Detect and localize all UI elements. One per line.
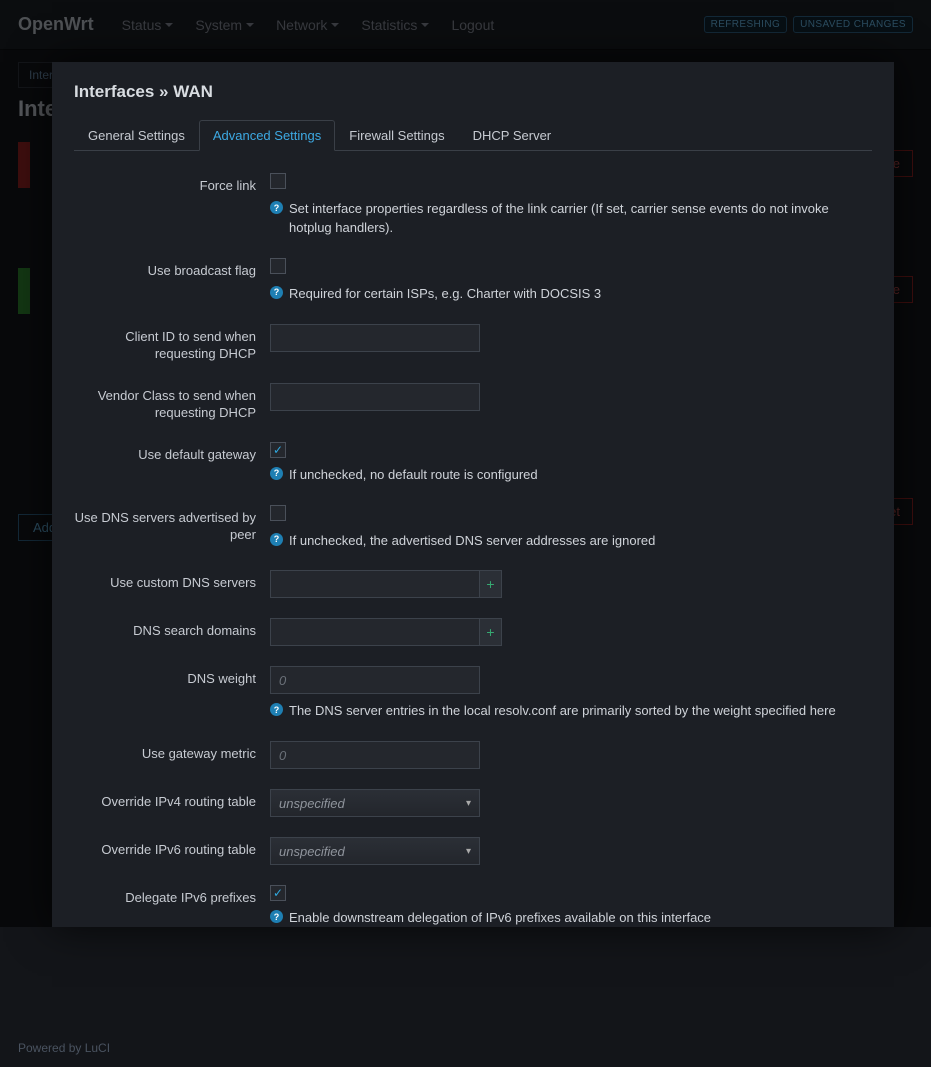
custom-dns-label: Use custom DNS servers xyxy=(74,570,270,592)
vendor-class-input[interactable] xyxy=(270,383,480,411)
broadcast-hint: Required for certain ISPs, e.g. Charter … xyxy=(289,285,601,304)
info-icon: ? xyxy=(270,286,283,299)
tab-firewall-settings[interactable]: Firewall Settings xyxy=(335,120,458,151)
select-value: unspecified xyxy=(279,796,345,811)
peer-dns-label: Use DNS servers advertised by peer xyxy=(74,505,270,544)
info-icon: ? xyxy=(270,533,283,546)
ipv4-table-label: Override IPv4 routing table xyxy=(74,789,270,811)
search-domains-label: DNS search domains xyxy=(74,618,270,640)
tab-general-settings[interactable]: General Settings xyxy=(74,120,199,151)
gateway-metric-label: Use gateway metric xyxy=(74,741,270,763)
add-search-domain-button[interactable]: + xyxy=(480,618,502,646)
gateway-metric-input[interactable] xyxy=(270,741,480,769)
interface-edit-modal: Interfaces » WAN General Settings Advanc… xyxy=(52,62,894,927)
peer-dns-hint: If unchecked, the advertised DNS server … xyxy=(289,532,655,551)
broadcast-checkbox[interactable] xyxy=(270,258,286,274)
info-icon: ? xyxy=(270,467,283,480)
custom-dns-input[interactable] xyxy=(270,570,480,598)
default-gateway-checkbox[interactable]: ✓ xyxy=(270,442,286,458)
vendor-class-label: Vendor Class to send when requesting DHC… xyxy=(74,383,270,422)
tab-advanced-settings[interactable]: Advanced Settings xyxy=(199,120,335,151)
modal-tabs: General Settings Advanced Settings Firew… xyxy=(74,120,872,151)
default-gateway-label: Use default gateway xyxy=(74,442,270,464)
default-gateway-hint: If unchecked, no default route is config… xyxy=(289,466,538,485)
chevron-down-icon: ▾ xyxy=(466,798,471,809)
peer-dns-checkbox[interactable] xyxy=(270,505,286,521)
ipv6-table-label: Override IPv6 routing table xyxy=(74,837,270,859)
tab-dhcp-server[interactable]: DHCP Server xyxy=(459,120,566,151)
powered-by: Powered by LuCI xyxy=(18,1041,913,1055)
ipv4-table-select[interactable]: unspecified ▾ xyxy=(270,789,480,817)
add-dns-button[interactable]: + xyxy=(480,570,502,598)
client-id-label: Client ID to send when requesting DHCP xyxy=(74,324,270,363)
client-id-input[interactable] xyxy=(270,324,480,352)
select-value: unspecified xyxy=(279,844,345,859)
dns-weight-hint: The DNS server entries in the local reso… xyxy=(289,702,836,721)
force-link-label: Force link xyxy=(74,173,270,195)
delegate-ipv6-label: Delegate IPv6 prefixes xyxy=(74,885,270,907)
force-link-checkbox[interactable] xyxy=(270,173,286,189)
modal-title: Interfaces » WAN xyxy=(74,82,872,102)
search-domains-input[interactable] xyxy=(270,618,480,646)
broadcast-label: Use broadcast flag xyxy=(74,258,270,280)
chevron-down-icon: ▾ xyxy=(466,846,471,857)
ipv6-table-select[interactable]: unspecified ▾ xyxy=(270,837,480,865)
delegate-ipv6-hint: Enable downstream delegation of IPv6 pre… xyxy=(289,909,711,927)
dns-weight-input[interactable] xyxy=(270,666,480,694)
info-icon: ? xyxy=(270,201,283,214)
delegate-ipv6-checkbox[interactable]: ✓ xyxy=(270,885,286,901)
info-icon: ? xyxy=(270,703,283,716)
force-link-hint: Set interface properties regardless of t… xyxy=(289,200,872,238)
info-icon: ? xyxy=(270,910,283,923)
dns-weight-label: DNS weight xyxy=(74,666,270,688)
